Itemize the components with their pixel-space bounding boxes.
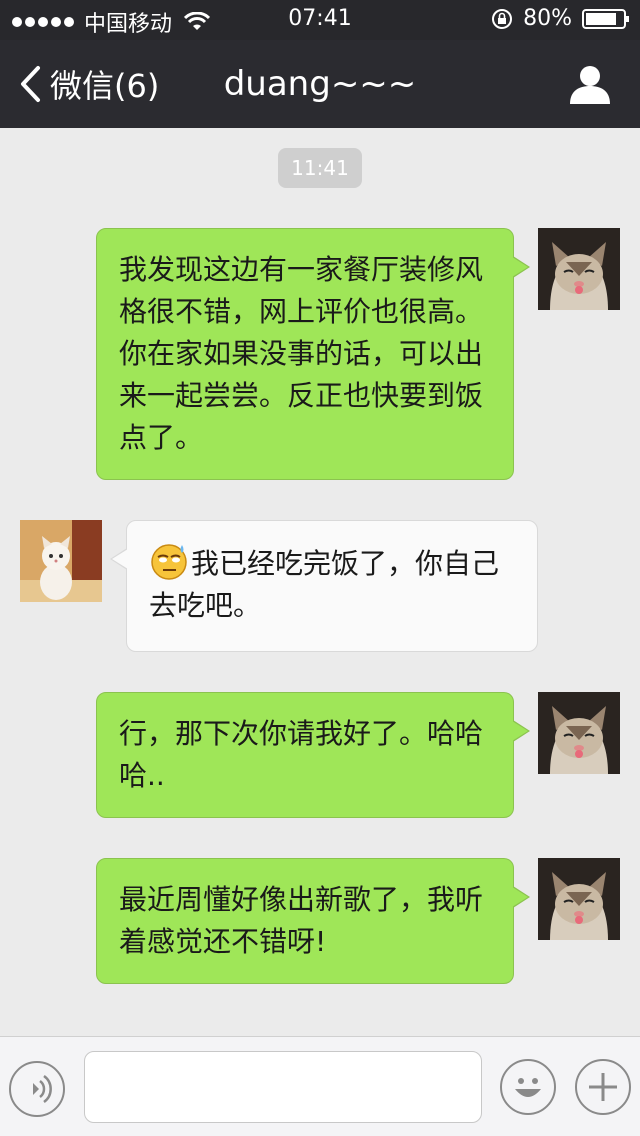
back-label: 微信(6): [50, 67, 160, 105]
message-text: 行，那下次你请我好了。哈哈哈..: [119, 717, 484, 792]
chat-area[interactable]: 11:41 我发现这边有一家餐厅装修风格很不错，网上评价也很高。你在家如果没事的…: [0, 128, 640, 1036]
battery-percent: 80%: [523, 6, 572, 31]
voice-button[interactable]: [9, 1061, 65, 1117]
avatar-contact[interactable]: [20, 520, 102, 602]
message-bubble-outgoing[interactable]: 我发现这边有一家餐厅装修风格很不错，网上评价也很高。你在家如果没事的话，可以出来…: [96, 228, 530, 480]
plus-button[interactable]: [575, 1059, 631, 1115]
message-text: 我已经吃完饭了，你自己去吃吧。: [149, 547, 500, 622]
back-button[interactable]: 微信(6): [18, 62, 159, 106]
message-text: 我发现这边有一家餐厅装修风格很不错，网上评价也很高。你在家如果没事的话，可以出来…: [119, 253, 484, 454]
status-bar: 中国移动 07:41 80%: [0, 0, 640, 40]
person-icon[interactable]: [568, 64, 612, 104]
emoji-button[interactable]: [500, 1059, 556, 1115]
message-text: 最近周懂好像出新歌了，我听着感觉还不错呀!: [119, 883, 484, 958]
message-bubble-outgoing[interactable]: 最近周懂好像出新歌了，我听着感觉还不错呀!: [96, 858, 530, 984]
status-right: 80%: [491, 6, 630, 31]
voice-icon: [33, 1074, 52, 1104]
message-bubble-incoming[interactable]: 我已经吃完饭了，你自己去吃吧。: [110, 520, 538, 652]
avatar-self[interactable]: [538, 228, 620, 310]
plus-icon: [589, 1073, 617, 1101]
message-bubble-outgoing[interactable]: 行，那下次你请我好了。哈哈哈..: [96, 692, 530, 818]
timestamp-label: 11:41: [278, 148, 362, 188]
smiley-icon: [515, 1078, 541, 1097]
avatar-self[interactable]: [538, 858, 620, 940]
sweat-smile-emoji-icon: [151, 544, 187, 580]
chevron-left-icon: [21, 66, 40, 102]
rotation-lock-icon: [492, 8, 513, 29]
avatar-self[interactable]: [538, 692, 620, 774]
nav-bar: 微信(6) duang~~~: [0, 40, 640, 128]
message-input[interactable]: [84, 1051, 482, 1123]
battery-icon: [582, 8, 629, 29]
input-bar: [0, 1036, 640, 1136]
